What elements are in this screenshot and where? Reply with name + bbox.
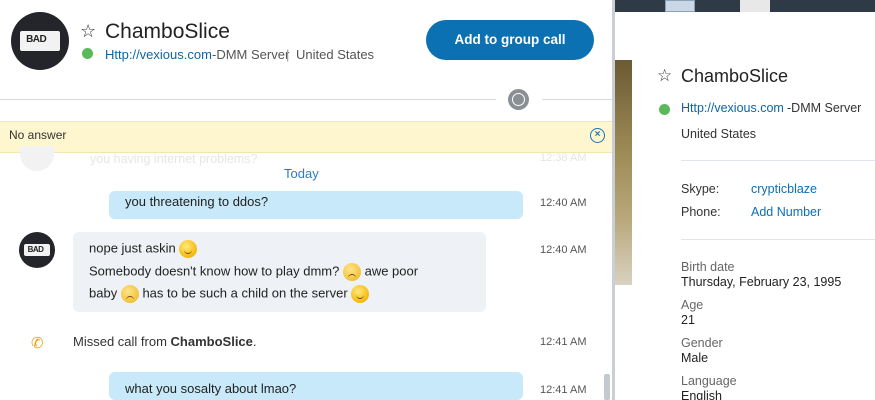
- divider: [542, 99, 612, 100]
- phone-label: Phone:: [681, 205, 721, 219]
- age-value: 21: [681, 313, 695, 327]
- message-time: 12:41 AM: [540, 384, 587, 396]
- missed-call-name[interactable]: ChamboSlice: [171, 334, 253, 349]
- message-text: nope just askin: [89, 240, 176, 256]
- sad-emoticon-icon[interactable]: [120, 285, 139, 303]
- message-text: awe poor: [364, 263, 419, 279]
- outgoing-message[interactable]: you threatening to ddos?: [109, 191, 523, 219]
- panel-divider[interactable]: [612, 0, 615, 400]
- notification-text: No answer: [9, 128, 67, 142]
- avatar-text: BAD: [27, 244, 44, 254]
- sad-emoticon-icon[interactable]: [342, 263, 361, 281]
- message-time: 12:40 AM: [540, 244, 587, 256]
- online-status-icon: [659, 104, 670, 115]
- scrollbar-thumb[interactable]: [604, 374, 610, 400]
- profile-name: ChamboSlice: [681, 66, 789, 86]
- star-icon[interactable]: ☆: [657, 66, 672, 86]
- incoming-message[interactable]: nope just askin Somebody doesn't know ho…: [73, 232, 486, 312]
- missed-call-icon: ✆: [31, 335, 44, 352]
- divider: [0, 99, 496, 100]
- separator: |: [286, 47, 290, 62]
- avatar[interactable]: BAD: [19, 232, 55, 268]
- birth-date-label: Birth date: [681, 260, 735, 274]
- missed-call-prefix: Missed call from: [73, 334, 171, 349]
- outgoing-message[interactable]: what you sosalty about lmao?: [109, 372, 523, 400]
- gender-label: Gender: [681, 336, 723, 350]
- profile-mood-text: -DMM Server: [787, 101, 862, 115]
- message-text: Somebody doesn't know how to play dmm?: [89, 263, 340, 279]
- faded-timestamp: 12:38 AM: [540, 152, 587, 164]
- message-text: has to be such a child on the server: [142, 285, 348, 301]
- globe-icon[interactable]: [508, 89, 529, 110]
- notification-bar: [0, 121, 612, 153]
- divider: [681, 160, 875, 161]
- profile-location: United States: [681, 127, 757, 141]
- contact-country: United States: [296, 47, 375, 62]
- taskbar-tab[interactable]: [665, 0, 695, 12]
- close-icon[interactable]: ×: [590, 128, 605, 143]
- contact-name[interactable]: ChamboSlice: [105, 20, 230, 44]
- skype-label: Skype:: [681, 182, 720, 196]
- smile-emoticon-icon[interactable]: [179, 240, 198, 258]
- message-text: what you sosalty about lmao?: [125, 381, 297, 396]
- add-number-link[interactable]: Add Number: [751, 205, 821, 219]
- mood-text: -DMM Server: [212, 47, 290, 62]
- profile-panel: ☆ ChamboSlice Http://vexious.com -DMM Se…: [615, 0, 875, 400]
- taskbar-tab[interactable]: [740, 0, 770, 12]
- add-to-group-call-button[interactable]: Add to group call: [426, 20, 594, 60]
- avatar[interactable]: BAD: [11, 12, 69, 70]
- message-time: 12:41 AM: [540, 336, 587, 348]
- conversation-panel: BAD ☆ ChamboSlice Http://vexious.com -DM…: [0, 0, 615, 400]
- online-status-icon: [82, 48, 93, 59]
- divider: [681, 239, 875, 240]
- skype-name-link[interactable]: crypticblaze: [751, 182, 817, 196]
- message-text: you threatening to ddos?: [125, 194, 269, 209]
- message-text: baby: [89, 285, 118, 301]
- profile-mood-link[interactable]: Http://vexious.com: [681, 101, 784, 115]
- missed-call-text: Missed call from ChamboSlice.: [73, 334, 257, 349]
- smile-emoticon-icon[interactable]: [351, 285, 370, 303]
- avatar-text: BAD: [26, 34, 47, 46]
- language-value: English: [681, 389, 722, 400]
- window-top-strip: [615, 0, 875, 12]
- day-separator: Today: [284, 166, 319, 181]
- age-label: Age: [681, 298, 704, 312]
- profile-photo-edge: [615, 60, 632, 285]
- avatar: [20, 146, 54, 171]
- message-time: 12:40 AM: [540, 197, 587, 209]
- language-label: Language: [681, 374, 737, 388]
- missed-call-suffix: .: [252, 334, 257, 349]
- birth-date-value: Thursday, February 23, 1995: [681, 275, 842, 289]
- star-icon[interactable]: ☆: [80, 21, 96, 42]
- faded-message: you having internet problems?: [90, 152, 258, 166]
- gender-value: Male: [681, 351, 709, 365]
- mood-link[interactable]: Http://vexious.com: [105, 47, 212, 62]
